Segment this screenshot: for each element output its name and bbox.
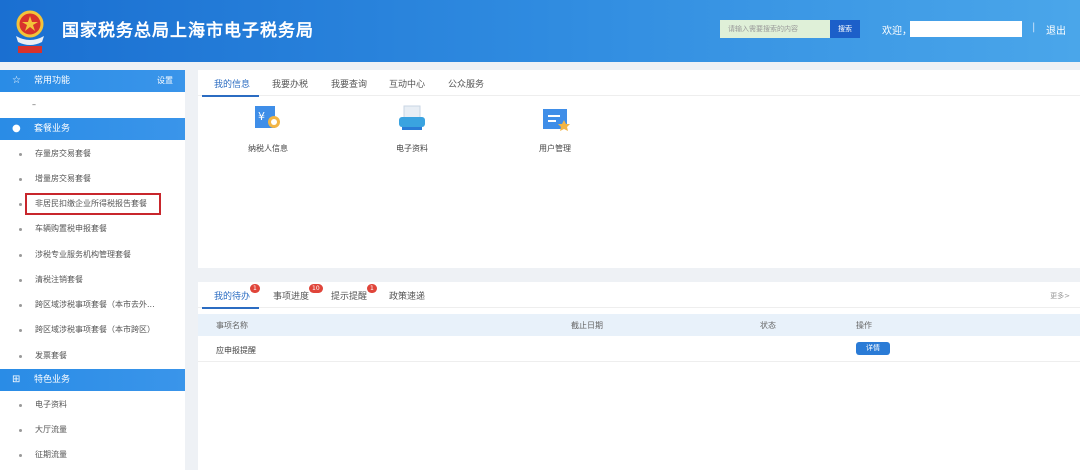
tab-interaction[interactable]: 互动中心 <box>389 77 425 90</box>
service-user-management[interactable]: 用户管理 <box>515 104 595 154</box>
sidebar-item[interactable]: 存量房交易套餐 <box>0 144 185 164</box>
tab-tax-handling[interactable]: 我要办税 <box>272 77 308 90</box>
separator: | <box>1032 22 1036 33</box>
grid-icon: ⊞ <box>12 374 21 385</box>
main-tabs: 我的信息 我要办税 我要查询 互动中心 公众服务 <box>198 70 1080 97</box>
item-label: 涉税专业服务机构管理套餐 <box>35 250 131 259</box>
sidebar-item[interactable]: 涉税专业服务机构管理套餐 <box>0 245 185 265</box>
item-label: 征期流量 <box>35 450 67 459</box>
taxpayer-info-icon: ¥ <box>255 106 280 128</box>
service-taxpayer-info[interactable]: ¥ 纳税人信息 <box>228 104 308 154</box>
search-button[interactable]: 搜索 <box>830 20 860 38</box>
search-input[interactable]: 请输入需要搜索的内容 <box>720 20 830 38</box>
bullet-icon <box>19 304 22 307</box>
tab-my-info[interactable]: 我的信息 <box>214 77 250 90</box>
column-header: 截止日期 <box>571 321 603 330</box>
sidebar-item[interactable]: 跨区域涉税事项套餐（本市跨区） <box>0 320 185 340</box>
sidebar-item[interactable]: 增量房交易套餐 <box>0 169 185 189</box>
section-special[interactable]: ⊞ 特色业务 <box>0 369 185 391</box>
sidebar-item[interactable]: 征期流量 <box>0 445 185 465</box>
tab-policy[interactable]: 政策速递 <box>389 289 425 302</box>
service-label: 纳税人信息 <box>248 144 288 153</box>
info-panel: 我的信息 我要办税 我要查询 互动中心 公众服务 ¥ 纳税人信息 电子资料 用户… <box>198 70 1080 268</box>
tab-public-service[interactable]: 公众服务 <box>448 77 484 90</box>
item-label: 跨区域涉税事项套餐（本市跨区） <box>35 325 155 334</box>
star-icon: ☆ <box>12 75 21 86</box>
table-header: 事项名称 截止日期 状态 操作 <box>198 314 1080 336</box>
tab-label: 提示提醒 <box>331 292 368 302</box>
item-label: 跨区域涉税事项套餐（本市去外... <box>35 300 155 309</box>
logout-link[interactable]: 退出 <box>1046 22 1066 37</box>
bullet-icon <box>19 254 22 257</box>
service-e-documents[interactable]: 电子资料 <box>372 104 452 154</box>
column-header: 事项名称 <box>216 321 248 330</box>
tab-query[interactable]: 我要查询 <box>331 77 367 90</box>
tab-reminders[interactable]: 提示提醒 1 <box>331 284 377 302</box>
todo-panel: 我的待办 1 事项进度 10 提示提醒 1 政策速递 更多> 事项名称 截止日期 状态… <box>198 282 1080 470</box>
cube-icon: ● <box>12 123 21 134</box>
svg-text:¥: ¥ <box>258 110 265 123</box>
sidebar-item[interactable]: 车辆购置税申报套餐 <box>0 219 185 239</box>
sidebar: ☆ 常用功能 设置 – ● 套餐业务 存量房交易套餐 增量房交易套餐 非居民扣缴… <box>0 70 185 470</box>
bullet-icon <box>19 454 22 457</box>
active-tab-underline <box>202 307 259 309</box>
item-label: 大厅流量 <box>35 425 67 434</box>
item-label: 车辆购置税申报套餐 <box>35 224 107 233</box>
bullet-icon <box>19 404 22 407</box>
header: 国家税务总局上海市电子税务局 请输入需要搜索的内容 搜索 欢迎， | 退出 <box>0 0 1080 62</box>
detail-button[interactable]: 详情 <box>856 342 890 355</box>
service-label: 电子资料 <box>396 144 428 153</box>
service-label: 用户管理 <box>539 144 571 153</box>
table-row: 应申报提醒 详情 <box>198 336 1080 362</box>
e-documents-icon <box>399 105 425 130</box>
count-badge: 1 <box>250 284 260 293</box>
section-package[interactable]: ● 套餐业务 <box>0 118 185 140</box>
section-label: 特色业务 <box>34 375 71 385</box>
bullet-icon <box>19 203 22 206</box>
more-link[interactable]: 更多> <box>1050 291 1070 301</box>
tab-label: 政策速递 <box>389 292 426 302</box>
bullet-icon <box>19 178 22 181</box>
item-label: 清税注销套餐 <box>35 275 83 284</box>
column-header: 操作 <box>856 321 872 330</box>
sidebar-item[interactable]: 发票套餐 <box>0 346 185 366</box>
item-label: 存量房交易套餐 <box>35 149 91 158</box>
item-label: 发票套餐 <box>35 351 67 360</box>
bullet-icon <box>19 329 22 332</box>
section-common[interactable]: ☆ 常用功能 设置 <box>0 70 185 92</box>
sidebar-item[interactable]: 清税注销套餐 <box>0 270 185 290</box>
sidebar-item[interactable]: 电子资料 <box>0 395 185 415</box>
column-header: 状态 <box>760 321 776 330</box>
username-display <box>910 21 1022 37</box>
sidebar-item[interactable]: 跨区域涉税事项套餐（本市去外... <box>0 295 185 315</box>
bullet-icon <box>19 153 22 156</box>
bullet-icon <box>19 228 22 231</box>
user-management-icon <box>543 109 570 131</box>
active-tab-underline <box>202 95 259 97</box>
section-label: 套餐业务 <box>34 124 71 134</box>
welcome-label: 欢迎， <box>882 26 912 37</box>
site-title: 国家税务总局上海市电子税务局 <box>62 21 314 41</box>
tax-emblem-logo <box>16 10 44 53</box>
item-label: 电子资料 <box>35 400 67 409</box>
bullet-icon <box>19 279 22 282</box>
tab-progress[interactable]: 事项进度 10 <box>273 284 323 302</box>
count-badge: 10 <box>309 284 323 293</box>
section-label: 常用功能 <box>34 76 71 86</box>
sidebar-item[interactable]: 大厅流量 <box>0 420 185 440</box>
empty-label: – <box>32 100 36 109</box>
count-badge: 1 <box>367 284 377 293</box>
item-label: 增量房交易套餐 <box>35 174 91 183</box>
bullet-icon <box>19 429 22 432</box>
bullet-icon <box>19 355 22 358</box>
tab-label: 事项进度 <box>273 292 310 302</box>
tab-label: 我的待办 <box>214 292 251 302</box>
highlight-box <box>25 193 161 215</box>
todo-tabs: 我的待办 1 事项进度 10 提示提醒 1 政策速递 更多> <box>198 282 1080 309</box>
item-name: 应申报提醒 <box>216 346 256 355</box>
settings-link[interactable]: 设置 <box>157 70 173 92</box>
tab-my-todo[interactable]: 我的待办 1 <box>214 284 260 302</box>
empty-placeholder: – <box>0 95 185 115</box>
